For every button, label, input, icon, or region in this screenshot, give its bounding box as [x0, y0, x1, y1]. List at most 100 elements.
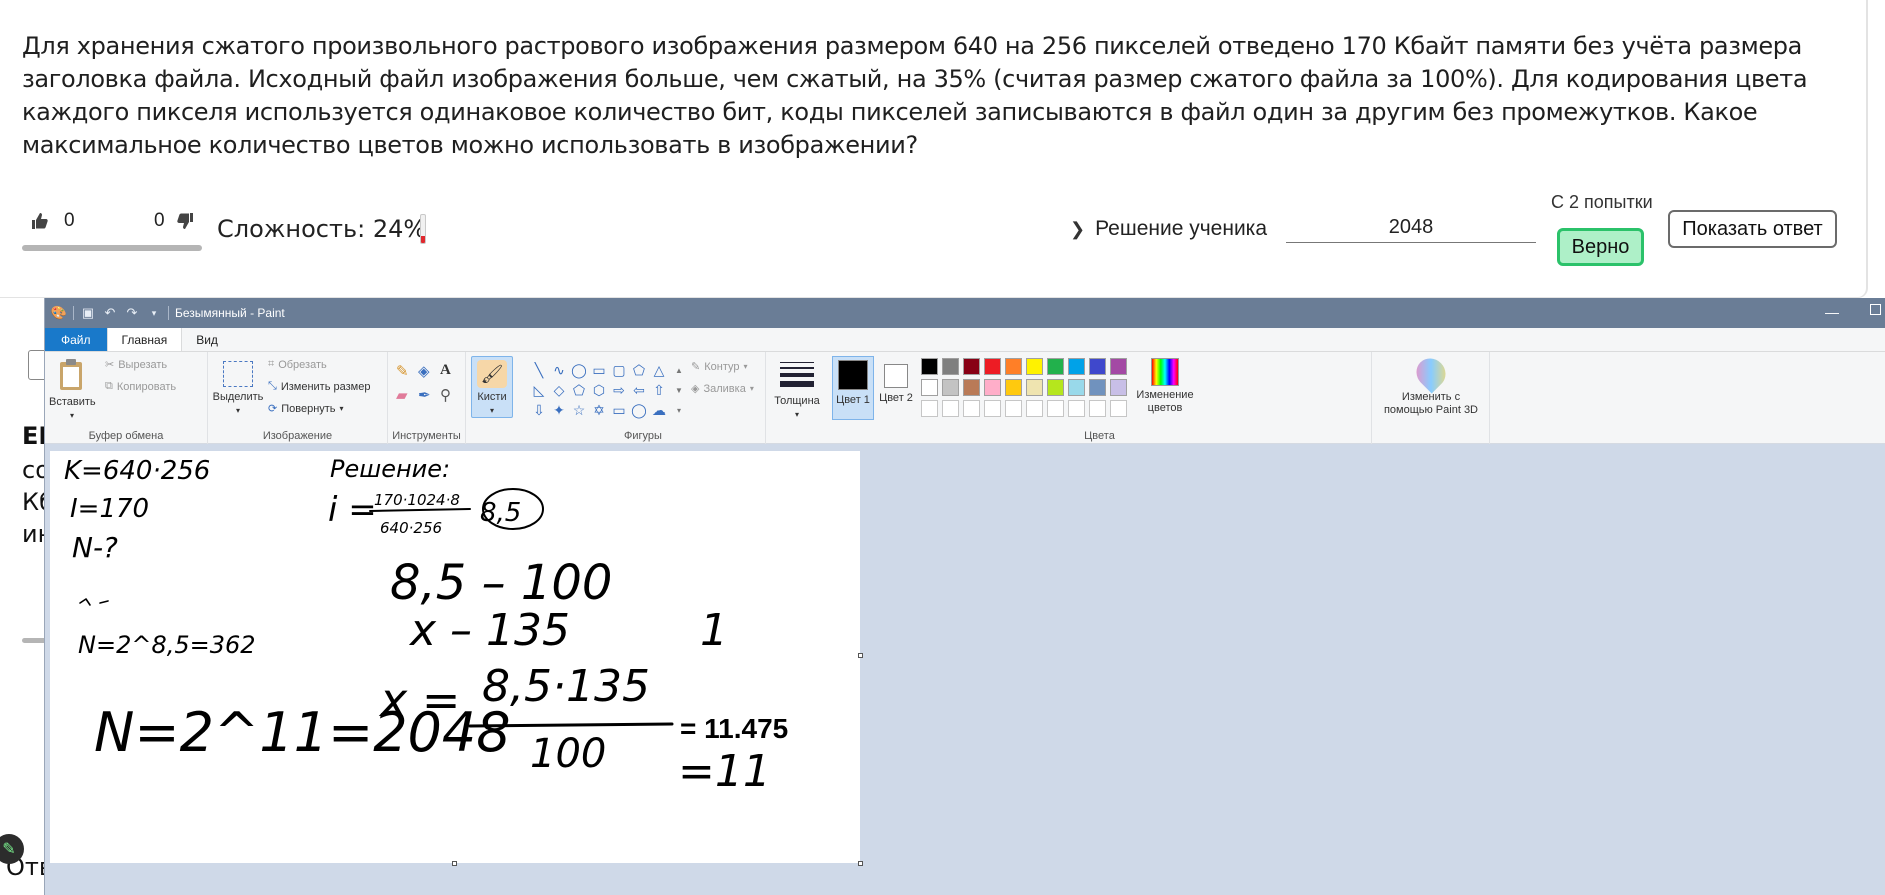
palette-swatch[interactable]	[1026, 379, 1043, 396]
rounded-rectangle-shape-icon[interactable]: ▢	[609, 360, 629, 380]
text-tool-icon[interactable]: A	[440, 362, 462, 386]
save-icon[interactable]: ▣	[80, 305, 96, 321]
palette-swatch[interactable]	[1068, 358, 1085, 375]
color2-button[interactable]: Цвет 2	[878, 356, 914, 420]
copy-button[interactable]: ⧉ Копировать	[105, 380, 176, 393]
scroll-down-icon[interactable]: ▼	[669, 380, 689, 400]
brushes-button[interactable]: 🖌 Кисти ▾	[471, 356, 513, 418]
diamond-shape-icon[interactable]: ◇	[549, 380, 569, 400]
callout-cloud-shape-icon[interactable]: ☁	[649, 400, 669, 420]
magnifier-icon[interactable]: ⚲	[440, 386, 462, 410]
undo-icon[interactable]: ↶	[102, 305, 118, 321]
palette-custom-swatch[interactable]	[1026, 400, 1043, 417]
six-point-star-shape-icon[interactable]: ✡	[589, 400, 609, 420]
curve-shape-icon[interactable]: ∿	[549, 360, 569, 380]
crop-button[interactable]: ⌗ Обрезать	[268, 358, 327, 371]
like-button[interactable]: 0	[30, 210, 75, 232]
cut-button[interactable]: ✂ Вырезать	[105, 358, 167, 372]
maximize-button[interactable]	[1870, 304, 1881, 315]
color-picker-icon[interactable]: ✒	[418, 386, 440, 410]
rectangle-shape-icon[interactable]: ▭	[589, 360, 609, 380]
quick-access-dropdown-icon[interactable]: ▾	[146, 305, 162, 321]
palette-custom-swatch[interactable]	[984, 400, 1001, 417]
palette-swatch[interactable]	[1068, 379, 1085, 396]
palette-swatch[interactable]	[1005, 379, 1022, 396]
hw-i-letter: i =	[328, 490, 377, 530]
callout-oval-shape-icon[interactable]: ◯	[629, 400, 649, 420]
pentagon-shape-icon[interactable]: ⬠	[569, 380, 589, 400]
four-point-star-shape-icon[interactable]: ✦	[549, 400, 569, 420]
oval-shape-icon[interactable]: ◯	[569, 360, 589, 380]
palette-swatch[interactable]	[1089, 358, 1106, 375]
palette-swatch[interactable]	[984, 358, 1001, 375]
palette-swatch[interactable]	[1005, 358, 1022, 375]
fill-button[interactable]: ◈ Заливка ▾	[691, 382, 754, 396]
drawing-canvas[interactable]: K=640·256 I=170 N-? N=2^8,5=362 Решение:…	[50, 451, 863, 866]
edit-colors-button[interactable]: Изменение цветов	[1134, 356, 1196, 415]
resize-handle-right[interactable]	[858, 653, 863, 658]
expand-gallery-icon[interactable]: ▾	[669, 400, 689, 420]
select-button[interactable]: Выделить ▾	[212, 358, 264, 417]
palette-swatch[interactable]	[963, 379, 980, 396]
palette-swatch[interactable]	[984, 379, 1001, 396]
left-arrow-shape-icon[interactable]: ⇦	[629, 380, 649, 400]
pencil-icon[interactable]: ✎	[396, 362, 418, 386]
answer-input[interactable]	[1286, 213, 1536, 243]
fill-bucket-icon[interactable]: ◈	[418, 362, 440, 386]
tab-home[interactable]: Главная	[106, 328, 183, 351]
difficulty-meter-fill	[421, 236, 425, 243]
size-button[interactable]: Толщина ▾	[772, 358, 822, 421]
show-answer-button[interactable]: Показать ответ	[1668, 210, 1837, 248]
tab-view[interactable]: Вид	[182, 328, 232, 351]
palette-swatch[interactable]	[921, 358, 938, 375]
color1-button[interactable]: Цвет 1	[832, 356, 874, 420]
palette-swatch[interactable]	[942, 358, 959, 375]
tab-file[interactable]: Файл	[45, 328, 107, 351]
palette-swatch[interactable]	[1089, 379, 1106, 396]
resize-button[interactable]: ⤡ Изменить размер	[268, 380, 370, 393]
up-arrow-shape-icon[interactable]: ⇧	[649, 380, 669, 400]
rotate-button[interactable]: ⟳ Повернуть ▾	[268, 402, 344, 416]
redo-icon[interactable]: ↷	[124, 305, 140, 321]
line-shape-icon[interactable]: ╲	[529, 360, 549, 380]
palette-swatch[interactable]	[1026, 358, 1043, 375]
palette-swatch[interactable]	[963, 358, 980, 375]
palette-custom-swatch[interactable]	[921, 400, 938, 417]
eraser-icon[interactable]: ▰	[396, 386, 418, 410]
resize-handle-corner[interactable]	[858, 861, 863, 866]
outline-button[interactable]: ✎ Контур ▾	[691, 360, 748, 374]
selection-icon	[223, 361, 253, 387]
palette-custom-swatch[interactable]	[1089, 400, 1106, 417]
down-arrow-shape-icon[interactable]: ⇩	[529, 400, 549, 420]
paste-button[interactable]: Вставить ▾	[49, 358, 96, 422]
palette-custom-swatch[interactable]	[963, 400, 980, 417]
resize-handle-bottom[interactable]	[452, 861, 457, 866]
palette-custom-swatch[interactable]	[1110, 400, 1127, 417]
palette-custom-swatch[interactable]	[942, 400, 959, 417]
brush-icon: 🖌	[477, 360, 507, 388]
palette-swatch[interactable]	[1047, 358, 1064, 375]
palette-swatch[interactable]	[1047, 379, 1064, 396]
student-solution-toggle[interactable]: ❯ Решение ученика	[1070, 217, 1267, 241]
palette-swatch[interactable]	[1110, 358, 1127, 375]
palette-swatch[interactable]	[1110, 379, 1127, 396]
palette-swatch[interactable]	[921, 379, 938, 396]
polygon-shape-icon[interactable]: ⬠	[629, 360, 649, 380]
edit-in-paint3d-button[interactable]: Изменить с помощью Paint 3D	[1376, 352, 1486, 417]
hexagon-shape-icon[interactable]: ⬡	[589, 380, 609, 400]
scroll-up-icon[interactable]: ▲	[669, 360, 689, 380]
image-group: Выделить ▾ ⌗ Обрезать ⤡ Изменить размер ⟳ П…	[208, 352, 388, 444]
crop-label: Обрезать	[278, 358, 327, 371]
minimize-button[interactable]: —	[1825, 304, 1839, 320]
palette-custom-swatch[interactable]	[1047, 400, 1064, 417]
palette-custom-swatch[interactable]	[1005, 400, 1022, 417]
dislike-button[interactable]: 0	[154, 210, 195, 232]
right-arrow-shape-icon[interactable]: ⇨	[609, 380, 629, 400]
palette-swatch[interactable]	[942, 379, 959, 396]
fill-icon: ◈	[691, 383, 700, 395]
five-point-star-shape-icon[interactable]: ☆	[569, 400, 589, 420]
right-triangle-shape-icon[interactable]: ◺	[529, 380, 549, 400]
triangle-shape-icon[interactable]: △	[649, 360, 669, 380]
palette-custom-swatch[interactable]	[1068, 400, 1085, 417]
callout-rect-shape-icon[interactable]: ▭	[609, 400, 629, 420]
